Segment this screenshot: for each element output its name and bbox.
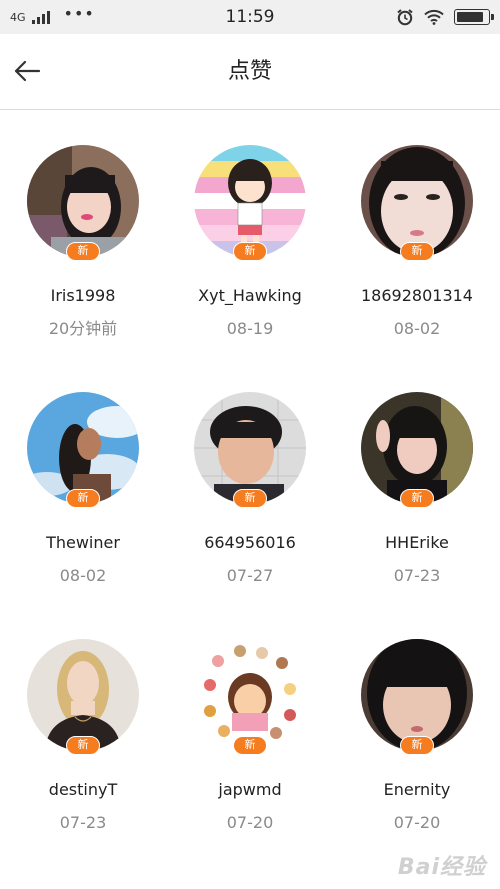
likes-grid: 新 Iris1998 20分钟前 新 Xyt_Hawking 08-19 新 1…	[0, 145, 500, 834]
user-name[interactable]: japwmd	[218, 779, 281, 801]
user-name[interactable]: destinyT	[49, 779, 117, 801]
user-card[interactable]: 新 18692801314 08-02	[334, 145, 500, 340]
like-time: 20分钟前	[48, 319, 118, 338]
new-badge: 新	[400, 489, 434, 508]
avatar-container: 新	[194, 639, 306, 755]
user-card[interactable]: 新 Enernity 07-20	[334, 639, 500, 834]
new-badge: 新	[233, 489, 267, 508]
new-badge: 新	[66, 736, 100, 755]
user-card[interactable]: 新 japwmd 07-20	[166, 639, 334, 834]
alarm-icon	[397, 9, 413, 26]
new-badge: 新	[233, 242, 267, 261]
new-badge: 新	[66, 242, 100, 261]
sky-portrait-avatar[interactable]	[27, 392, 139, 504]
user-name[interactable]: HHErike	[385, 532, 449, 554]
user-card[interactable]: 新 destinyT 07-23	[0, 639, 166, 834]
girl-bangs-avatar[interactable]	[361, 639, 473, 751]
page-title: 点赞	[227, 59, 272, 84]
wifi-icon	[424, 9, 444, 25]
avatar-container: 新	[27, 392, 139, 508]
user-name[interactable]: Iris1998	[51, 285, 116, 307]
battery-icon	[454, 9, 494, 25]
boy-selfie-avatar[interactable]	[194, 392, 306, 504]
like-time: 08-02	[393, 319, 441, 338]
avatar-container: 新	[361, 145, 473, 261]
user-name[interactable]: 664956016	[204, 532, 296, 554]
like-time: 08-02	[59, 566, 107, 585]
emoji-food-avatar[interactable]	[194, 639, 306, 751]
avatar-container: 新	[361, 392, 473, 508]
avatar-container: 新	[194, 392, 306, 508]
user-card[interactable]: 新 HHErike 07-23	[334, 392, 500, 587]
back-button[interactable]	[10, 54, 44, 88]
user-card[interactable]: 新 Thewiner 08-02	[0, 392, 166, 587]
like-time: 07-20	[226, 813, 274, 832]
status-right	[396, 0, 494, 34]
user-name[interactable]: Enernity	[384, 779, 451, 801]
like-time: 07-23	[393, 566, 441, 585]
user-card[interactable]: 新 664956016 07-27	[166, 392, 334, 587]
avatar-container: 新	[194, 145, 306, 261]
new-badge: 新	[66, 489, 100, 508]
avatar-container: 新	[27, 145, 139, 261]
header: 点赞	[0, 34, 500, 110]
user-card[interactable]: 新 Iris1998 20分钟前	[0, 145, 166, 340]
new-badge: 新	[400, 736, 434, 755]
cartoon-girl-avatar[interactable]	[194, 145, 306, 257]
avatar-container: 新	[361, 639, 473, 755]
user-name[interactable]: 18692801314	[361, 285, 473, 307]
like-time: 07-27	[226, 566, 274, 585]
status-bar: 4G ••• 11:59	[0, 0, 500, 34]
new-badge: 新	[400, 242, 434, 261]
blonde-woman-avatar[interactable]	[27, 639, 139, 751]
like-time: 07-20	[393, 813, 441, 832]
avatar-container: 新	[27, 639, 139, 755]
peace-sign-avatar[interactable]	[361, 392, 473, 504]
girl-selfie-avatar[interactable]	[27, 145, 139, 257]
watermark: Bai经验	[397, 855, 486, 880]
like-time: 07-23	[59, 813, 107, 832]
girl-closeup-avatar[interactable]	[361, 145, 473, 257]
new-badge: 新	[233, 736, 267, 755]
like-time: 08-19	[226, 319, 274, 338]
user-name[interactable]: Xyt_Hawking	[198, 285, 302, 307]
user-name[interactable]: Thewiner	[46, 532, 120, 554]
user-card[interactable]: 新 Xyt_Hawking 08-19	[166, 145, 334, 340]
back-arrow-icon	[14, 60, 41, 82]
